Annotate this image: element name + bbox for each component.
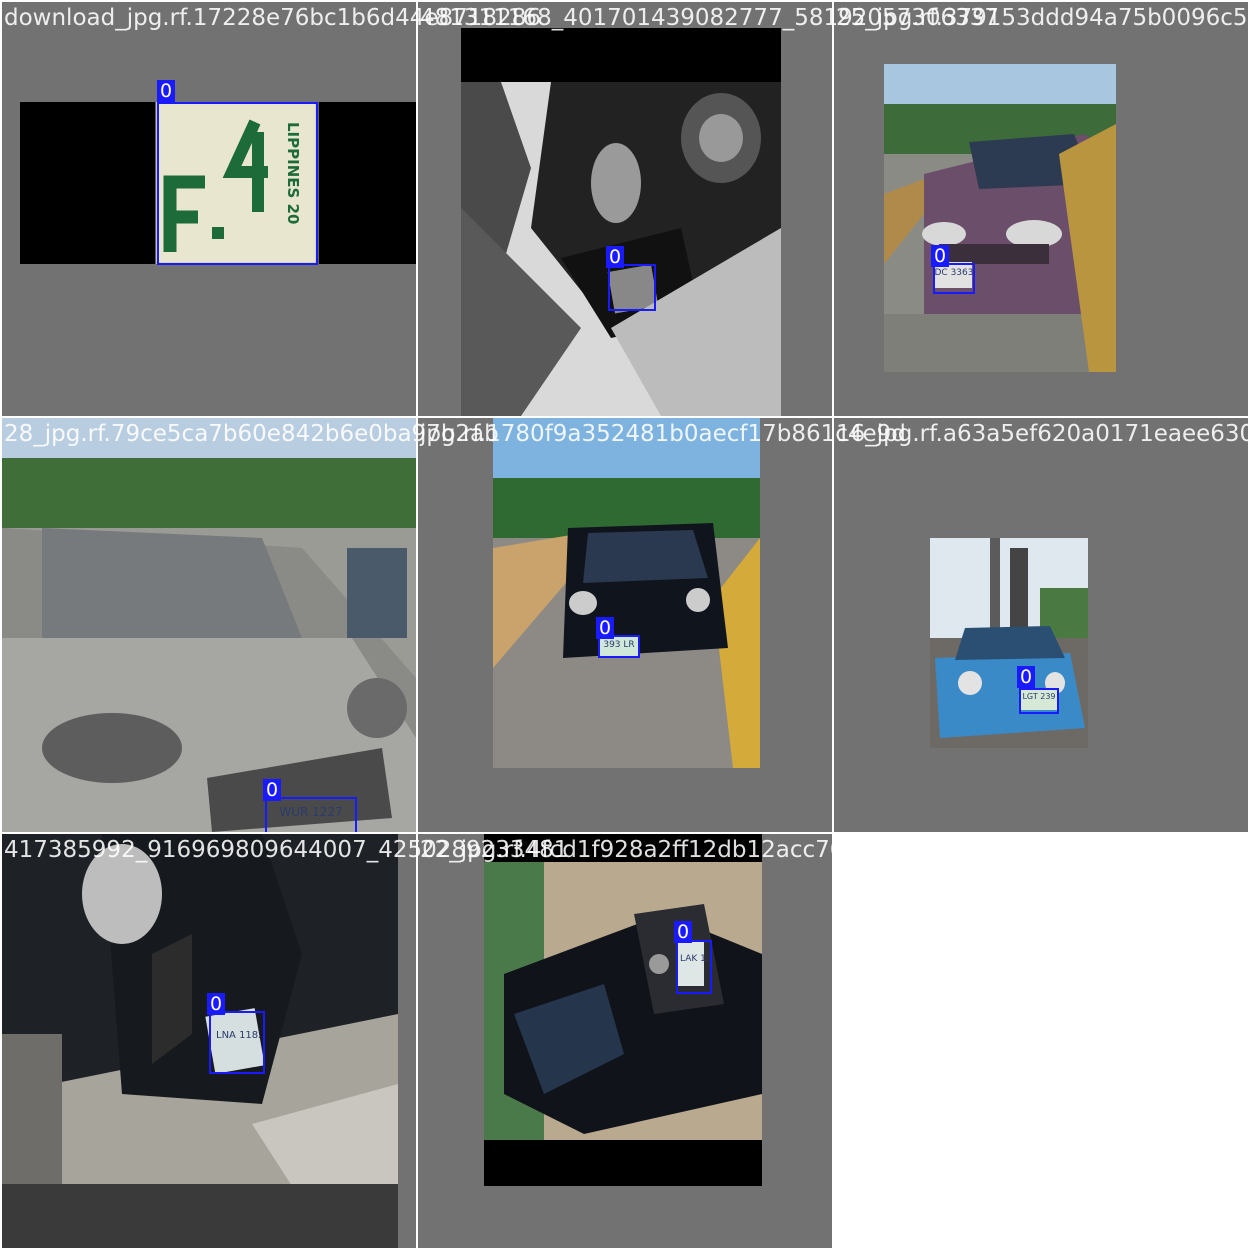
tile-4-image [493, 418, 760, 768]
tile-7-image [484, 834, 762, 1186]
tile-1[interactable]: 0 [418, 2, 832, 416]
tile-3[interactable]: 0 WUR 1227 [2, 418, 416, 832]
tile-0-class-label: 0 [157, 80, 176, 102]
tile-7-class-label: 0 [674, 921, 693, 943]
tile-5[interactable]: 0 LGT 239 [834, 418, 1248, 832]
tile-6[interactable]: 0 LNA 1182 [2, 834, 416, 1248]
tile-1-image [461, 28, 781, 416]
tile-4[interactable]: 0 393 LR [418, 418, 832, 832]
tile-4-class-label: 0 [596, 617, 615, 639]
tile-7[interactable]: 0 LAK 1124 [418, 834, 832, 1248]
tile-2-image [884, 64, 1116, 372]
tile-1-bbox [608, 264, 656, 311]
tile-8-empty [834, 834, 1248, 1248]
tile-2[interactable]: 0 DC 3363 [834, 2, 1248, 416]
tile-6-class-label: 0 [207, 993, 226, 1015]
tile-4-plate-text: 393 LR [603, 640, 635, 650]
tile-3-plate-text: WUR 1227 [279, 805, 343, 819]
tile-0[interactable]: LIPPINES 20 0 [2, 2, 416, 416]
tile-5-class-label: 0 [1017, 666, 1036, 688]
tile-7-plate-text: LAK 1124 [680, 954, 708, 964]
image-mosaic: LIPPINES 20 0 0 0 DC 3363 0 WUR 1227 0 3… [0, 0, 1248, 1248]
tile-6-bbox [209, 1011, 265, 1074]
tile-3-image [2, 418, 416, 832]
tile-5-image [930, 538, 1088, 748]
tile-3-class-label: 0 [263, 779, 282, 801]
tile-6-plate-text: LNA 1182 [216, 1030, 260, 1041]
tile-6-image [2, 834, 398, 1248]
tile-5-plate-text: LGT 239 [1022, 692, 1056, 701]
tile-7-bbox [676, 940, 712, 994]
tile-1-class-label: 0 [606, 246, 625, 268]
tile-2-plate-text: DC 3363 [934, 268, 974, 278]
tile-2-class-label: 0 [931, 245, 950, 267]
tile-0-bbox [157, 102, 318, 265]
